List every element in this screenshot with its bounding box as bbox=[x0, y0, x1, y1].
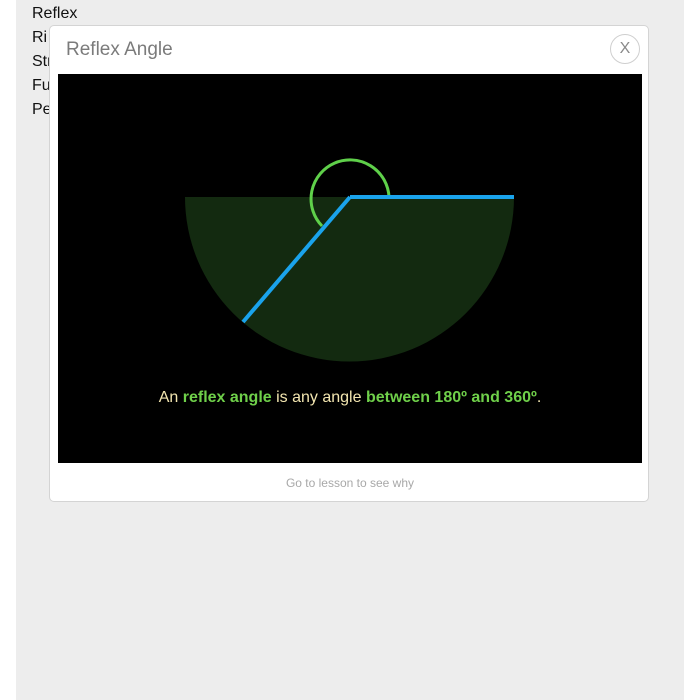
go-to-lesson-link[interactable]: Go to lesson to see why bbox=[50, 476, 650, 490]
angle-illustration: An reflex angle is any angle between 180… bbox=[58, 74, 642, 463]
caption-term: reflex angle bbox=[182, 389, 272, 406]
caption-middle: is any angle bbox=[271, 389, 366, 406]
dialog-title: Reflex Angle bbox=[66, 39, 173, 60]
caption-suffix: . bbox=[536, 389, 542, 406]
definition-caption: An reflex angle is any angle between 180… bbox=[58, 389, 642, 407]
angle-region bbox=[185, 197, 514, 362]
angle-dialog: Reflex Angle X An reflex angle is any an… bbox=[49, 25, 649, 502]
close-button[interactable]: X bbox=[610, 34, 640, 64]
term-item-reflex[interactable]: Reflex bbox=[32, 2, 77, 26]
caption-prefix: An bbox=[158, 389, 183, 406]
caption-range: between 180º and 360º bbox=[365, 389, 537, 406]
